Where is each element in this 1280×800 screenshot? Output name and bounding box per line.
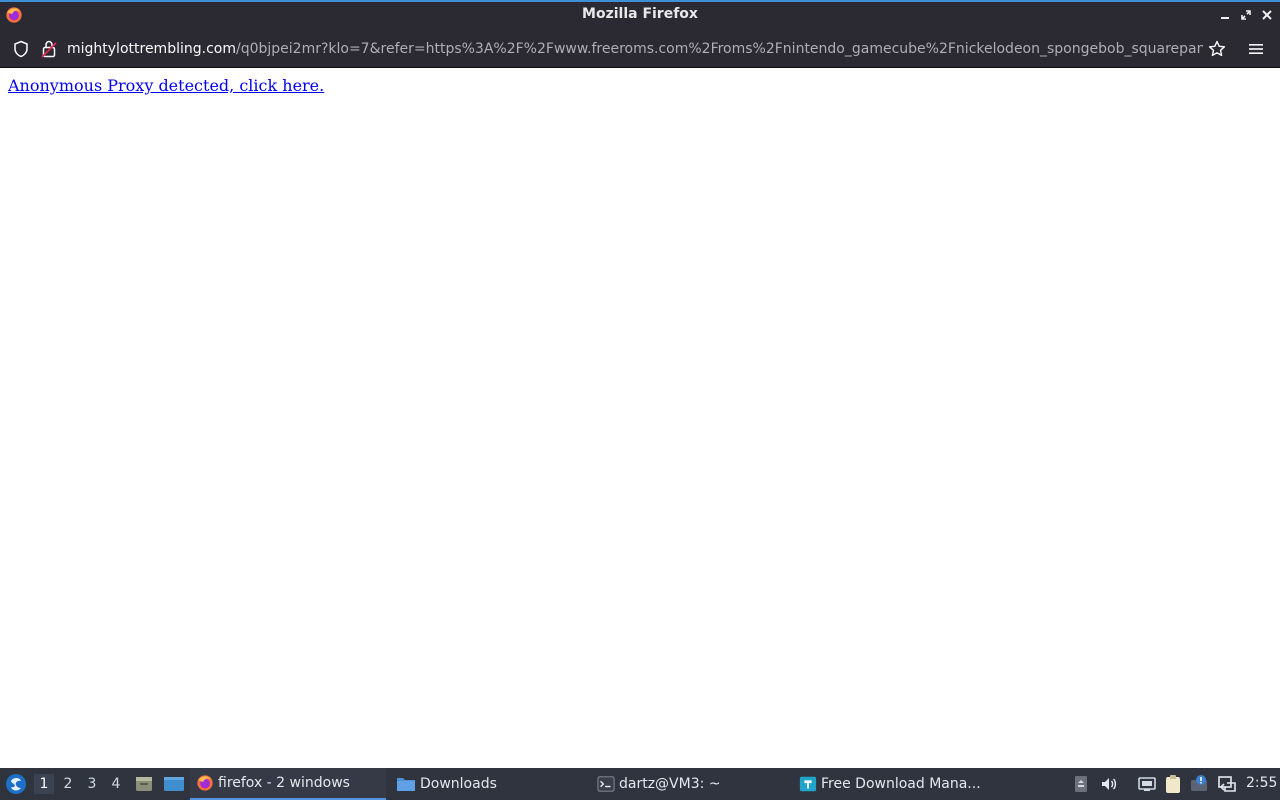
notification-icon[interactable] [1189, 774, 1209, 794]
workspace-2[interactable]: 2 [58, 774, 78, 794]
window-title: Mozilla Firefox [582, 6, 698, 22]
workspace-1[interactable]: 1 [34, 774, 54, 794]
insecure-lock-icon[interactable] [40, 39, 58, 59]
url-bar[interactable]: mightylottrembling.com/q0bjpei2mr?klo=7&… [67, 39, 1203, 59]
firefox-icon [197, 775, 213, 791]
task-label: Downloads [420, 776, 497, 792]
task-label: firefox - 2 windows [218, 775, 350, 791]
anonymous-proxy-link[interactable]: Anonymous Proxy detected, click here. [8, 76, 324, 95]
taskbar: 1 2 3 4 firefox - 2 windows Downloads da [0, 768, 1280, 800]
download-manager-icon [799, 776, 817, 792]
task-downloads[interactable]: Downloads [396, 768, 586, 800]
maximize-button[interactable] [1238, 7, 1254, 23]
task-download-manager[interactable]: Free Download Mana... [799, 768, 999, 800]
url-host: mightylottrembling.com [67, 41, 236, 57]
task-terminal[interactable]: dartz@VM3: ~ [597, 768, 787, 800]
close-button[interactable] [1259, 7, 1275, 23]
task-label: dartz@VM3: ~ [619, 776, 721, 792]
file-manager-launcher-icon[interactable] [134, 774, 154, 794]
window-titlebar: Mozilla Firefox [0, 0, 1280, 30]
close-icon [1262, 10, 1272, 20]
minimize-icon [1221, 17, 1229, 19]
folder-icon [397, 778, 415, 791]
start-menu-icon[interactable] [5, 773, 27, 795]
terminal-icon [597, 776, 615, 792]
hamburger-menu-icon[interactable] [1246, 39, 1266, 59]
url-path: /q0bjpei2mr?klo=7&refer=https%3A%2F%2Fww… [235, 41, 1203, 57]
show-desktop-icon[interactable] [163, 774, 185, 794]
network-icon[interactable] [1137, 774, 1157, 794]
bookmark-star-icon[interactable] [1207, 39, 1227, 59]
keyboard-layout-icon[interactable] [1071, 774, 1091, 794]
clock[interactable]: 2:55 [1246, 775, 1277, 791]
page-content: Anonymous Proxy detected, click here. [0, 69, 1280, 768]
tracking-protection-shield-icon[interactable] [12, 40, 30, 58]
minimize-button[interactable] [1217, 7, 1233, 23]
maximize-icon [1241, 10, 1251, 20]
task-firefox[interactable]: firefox - 2 windows [190, 768, 386, 800]
workspace-4[interactable]: 4 [106, 774, 126, 794]
update-manager-icon[interactable] [1217, 774, 1237, 794]
volume-icon[interactable] [1099, 774, 1119, 794]
task-label: Free Download Mana... [821, 776, 981, 792]
navigation-toolbar: mightylottrembling.com/q0bjpei2mr?klo=7&… [0, 30, 1280, 68]
workspace-3[interactable]: 3 [82, 774, 102, 794]
clipboard-icon[interactable] [1163, 774, 1183, 794]
